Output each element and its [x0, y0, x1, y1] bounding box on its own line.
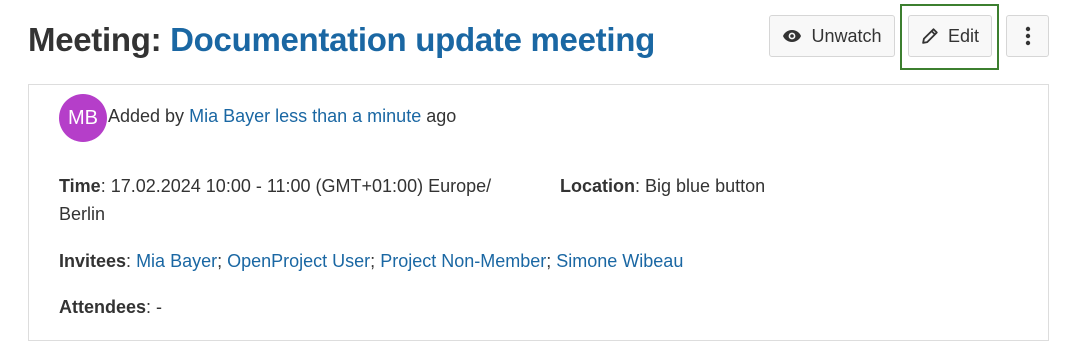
- kebab-vertical-icon: [1025, 26, 1031, 46]
- edit-label: Edit: [947, 25, 980, 46]
- added-by-line: Added by Mia Bayer less than a minute ag…: [108, 104, 456, 128]
- attendees-value: -: [156, 297, 163, 317]
- time-field: Time: 17.02.2024 10:00 - 11:00 (GMT+01:0…: [59, 176, 492, 224]
- avatar[interactable]: MB: [59, 94, 107, 142]
- invitees-field: Invitees: Mia Bayer; OpenProject User; P…: [59, 251, 684, 271]
- time-value: 17.02.2024 10:00 - 11:00 (GMT+01:00) Eur…: [59, 176, 492, 224]
- title-prefix: Meeting:: [28, 21, 162, 58]
- invitees-label: Invitees: [59, 251, 127, 271]
- author-link[interactable]: Mia Bayer: [189, 106, 270, 126]
- added-by-prefix: Added by: [108, 106, 185, 126]
- more-actions-button[interactable]: [1006, 15, 1049, 57]
- unwatch-button[interactable]: Unwatch: [769, 15, 895, 57]
- page-title: Meeting: Documentation update meeting: [28, 18, 655, 62]
- unwatch-label: Unwatch: [811, 25, 882, 46]
- invitee-link[interactable]: Mia Bayer: [136, 251, 217, 271]
- location-label: Location: [560, 176, 635, 196]
- attendees-label: Attendees: [59, 297, 147, 317]
- invitee-link[interactable]: OpenProject User: [227, 251, 370, 271]
- invitee-link[interactable]: Project Non-Member: [380, 251, 546, 271]
- invitee-link[interactable]: Simone Wibeau: [556, 251, 683, 271]
- location-value: Big blue button: [645, 176, 766, 196]
- time-label: Time: [59, 176, 101, 196]
- edit-button[interactable]: Edit: [908, 15, 992, 57]
- ago-suffix: ago: [426, 106, 457, 126]
- pencil-icon: [921, 27, 939, 45]
- time-ago-link[interactable]: less than a minute: [275, 106, 421, 126]
- attendees-field: Attendees: -: [59, 297, 163, 317]
- meeting-title: Documentation update meeting: [170, 21, 655, 58]
- location-field: Location: Big blue button: [560, 176, 766, 196]
- eye-icon: [782, 29, 802, 43]
